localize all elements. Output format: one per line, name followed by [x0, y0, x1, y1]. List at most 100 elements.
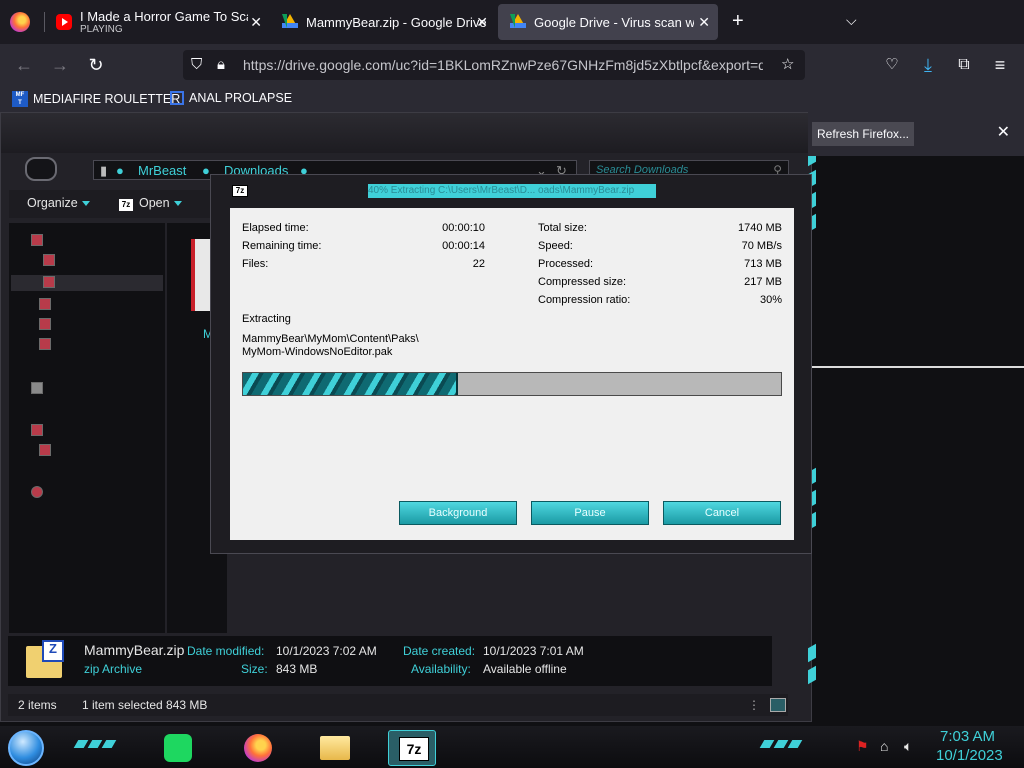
url-bar[interactable]: ⛉ 🔒︎ https://drive.google.com/uc?id=1BKL… [183, 50, 805, 80]
bookmark-star-icon[interactable]: ☆ [781, 57, 794, 73]
organize-label: Organize [27, 196, 78, 210]
files-label: Files: [242, 258, 269, 270]
taskbar: ⚑ ⌂ 🔈︎ 7:03 AM 10/1/2023 [0, 726, 1024, 768]
taskbar-decoration [787, 740, 803, 748]
bookmark-second[interactable]: ANAL PROLAPSE [170, 91, 292, 105]
details-view-icon[interactable]: ⋮ [748, 698, 760, 712]
current-path-line2: MyMom-WindowsNoEditor.pak [242, 346, 393, 358]
refresh-firefox-button[interactable]: Refresh Firefox... [812, 122, 914, 146]
nav-item[interactable] [31, 381, 161, 397]
cancel-button[interactable]: Cancel [663, 501, 781, 525]
extraction-progress-bar [242, 372, 782, 396]
lock-icon[interactable]: 🔒︎ [217, 57, 225, 73]
tab-list-chevron-down-icon[interactable]: ⌵ [846, 12, 857, 29]
nav-item[interactable] [39, 337, 169, 353]
reload-icon[interactable]: ↻ [84, 53, 108, 77]
navigation-pane[interactable] [9, 223, 165, 633]
new-tab-button[interactable]: + [732, 10, 744, 33]
organize-button[interactable]: Organize [27, 196, 90, 210]
tab-drive-virus-scan[interactable]: Google Drive - Virus scan warni ✕ [498, 4, 718, 40]
url-text[interactable]: https://drive.google.com/uc?id=1BKLomRZn… [243, 57, 763, 73]
tracking-shield-icon[interactable]: ⛉ [191, 57, 202, 73]
tab-close-icon[interactable]: ✕ [476, 14, 488, 30]
drive-icon [39, 444, 51, 456]
breadcrumb-dot-icon: ● [116, 163, 124, 178]
sevenzip-progress-dialog: Elapsed time: 00:00:10 Remaining time: 0… [230, 208, 794, 540]
nav-item[interactable] [31, 233, 161, 249]
pocket-icon[interactable]: ♡ [880, 53, 904, 77]
firefox-notification: Refresh Firefox... ✕ [808, 112, 1024, 156]
start-button[interactable] [8, 730, 44, 766]
total-size-label: Total size: [538, 222, 587, 234]
tab-close-icon[interactable]: ✕ [250, 14, 262, 30]
chevron-down-icon [173, 201, 182, 207]
browser-tab-bar: I Made a Horror Game To Scare PLAYING ✕ … [0, 0, 1024, 44]
computer-icon [31, 424, 43, 436]
compression-ratio-label: Compression ratio: [538, 294, 631, 306]
file-explorer-icon[interactable] [312, 730, 360, 766]
nav-item[interactable] [43, 253, 173, 269]
action-center-flag-icon[interactable]: ⚑ [856, 738, 869, 755]
folder-icon [39, 338, 51, 350]
explorer-title-frame [1, 113, 813, 153]
tab-title: MammyBear.zip - Google Drive [306, 14, 487, 30]
clock-date[interactable]: 10/1/2023 [936, 747, 1003, 764]
chevron-down-icon [81, 201, 90, 207]
zip-file-icon [26, 640, 64, 678]
taskbar-decoration [759, 740, 775, 748]
tab-drive-file[interactable]: MammyBear.zip - Google Drive ✕ [270, 4, 496, 40]
compressed-size-label: Compressed size: [538, 276, 627, 288]
bookmark-label: ANAL PROLAPSE [189, 91, 293, 105]
folder-icon: ▮ [100, 163, 108, 178]
folder-icon [43, 276, 55, 288]
spotify-icon[interactable] [156, 730, 204, 766]
taskbar-decoration [773, 740, 789, 748]
7zip-icon: 7z [119, 199, 133, 211]
tab-youtube[interactable]: I Made a Horror Game To Scare PLAYING ✕ [44, 4, 270, 40]
explorer-status-bar: 2 items 1 item selected 843 MB ⋮ [8, 694, 788, 716]
files-value: 22 [472, 258, 485, 270]
forward-arrow-icon[interactable]: → [48, 53, 72, 77]
folder-icon [43, 254, 55, 266]
folder-icon [39, 318, 51, 330]
file-name: MammyBear.zip [84, 642, 185, 658]
processed-label: Processed: [538, 258, 594, 270]
size-label: Size: [241, 662, 268, 676]
extensions-icon[interactable]: ⧉ [952, 53, 976, 77]
7zip-icon: 7z [232, 185, 248, 197]
breadcrumb-item-mrbeast[interactable]: MrBeast [138, 163, 186, 178]
menu-icon[interactable]: ≡ [988, 53, 1012, 77]
clock-time[interactable]: 7:03 AM [940, 728, 995, 745]
taskbar-decoration [73, 740, 89, 748]
back-forward-orb-icon[interactable] [25, 157, 57, 181]
firefox-logo-icon[interactable] [10, 12, 30, 32]
close-icon[interactable]: ✕ [997, 122, 1010, 142]
tab-title: Google Drive - Virus scan warni [534, 14, 694, 30]
selection-info: 1 item selected 843 MB [82, 698, 208, 712]
nav-item[interactable] [39, 443, 169, 459]
preview-pane-icon[interactable] [770, 698, 786, 712]
background-button[interactable]: Background [399, 501, 517, 525]
total-size-value: 1740 MB [737, 222, 782, 234]
pause-button[interactable]: Pause [531, 501, 649, 525]
nav-item[interactable] [39, 317, 169, 333]
network-icon[interactable]: ⌂ [880, 738, 888, 754]
nav-item[interactable] [31, 485, 161, 501]
date-created-value: 10/1/2023 7:01 AM [483, 644, 584, 658]
back-arrow-icon[interactable]: ← [12, 53, 36, 77]
volume-icon[interactable]: 🔈︎ [904, 738, 912, 755]
processed-value: 713 MB [744, 258, 782, 270]
tab-close-icon[interactable]: ✕ [698, 14, 710, 30]
7zip-icon[interactable] [388, 730, 436, 766]
open-button[interactable]: 7z Open [119, 196, 182, 211]
bookmark-mediafire[interactable]: MF T MEDIAFIRE ROULETTER [12, 91, 180, 107]
nav-item[interactable] [31, 423, 161, 439]
nav-item-selected[interactable] [11, 275, 163, 291]
size-value: 843 MB [276, 662, 318, 676]
downloads-icon[interactable]: ⤓ [916, 53, 940, 77]
bookmarks-bar: MF T MEDIAFIRE ROULETTER ANAL PROLAPSE [0, 86, 1024, 112]
nav-item[interactable] [39, 297, 169, 313]
firefox-icon[interactable] [236, 730, 284, 766]
bookmark-label: MEDIAFIRE ROULETTER [33, 92, 181, 106]
progress-fill [243, 373, 459, 395]
